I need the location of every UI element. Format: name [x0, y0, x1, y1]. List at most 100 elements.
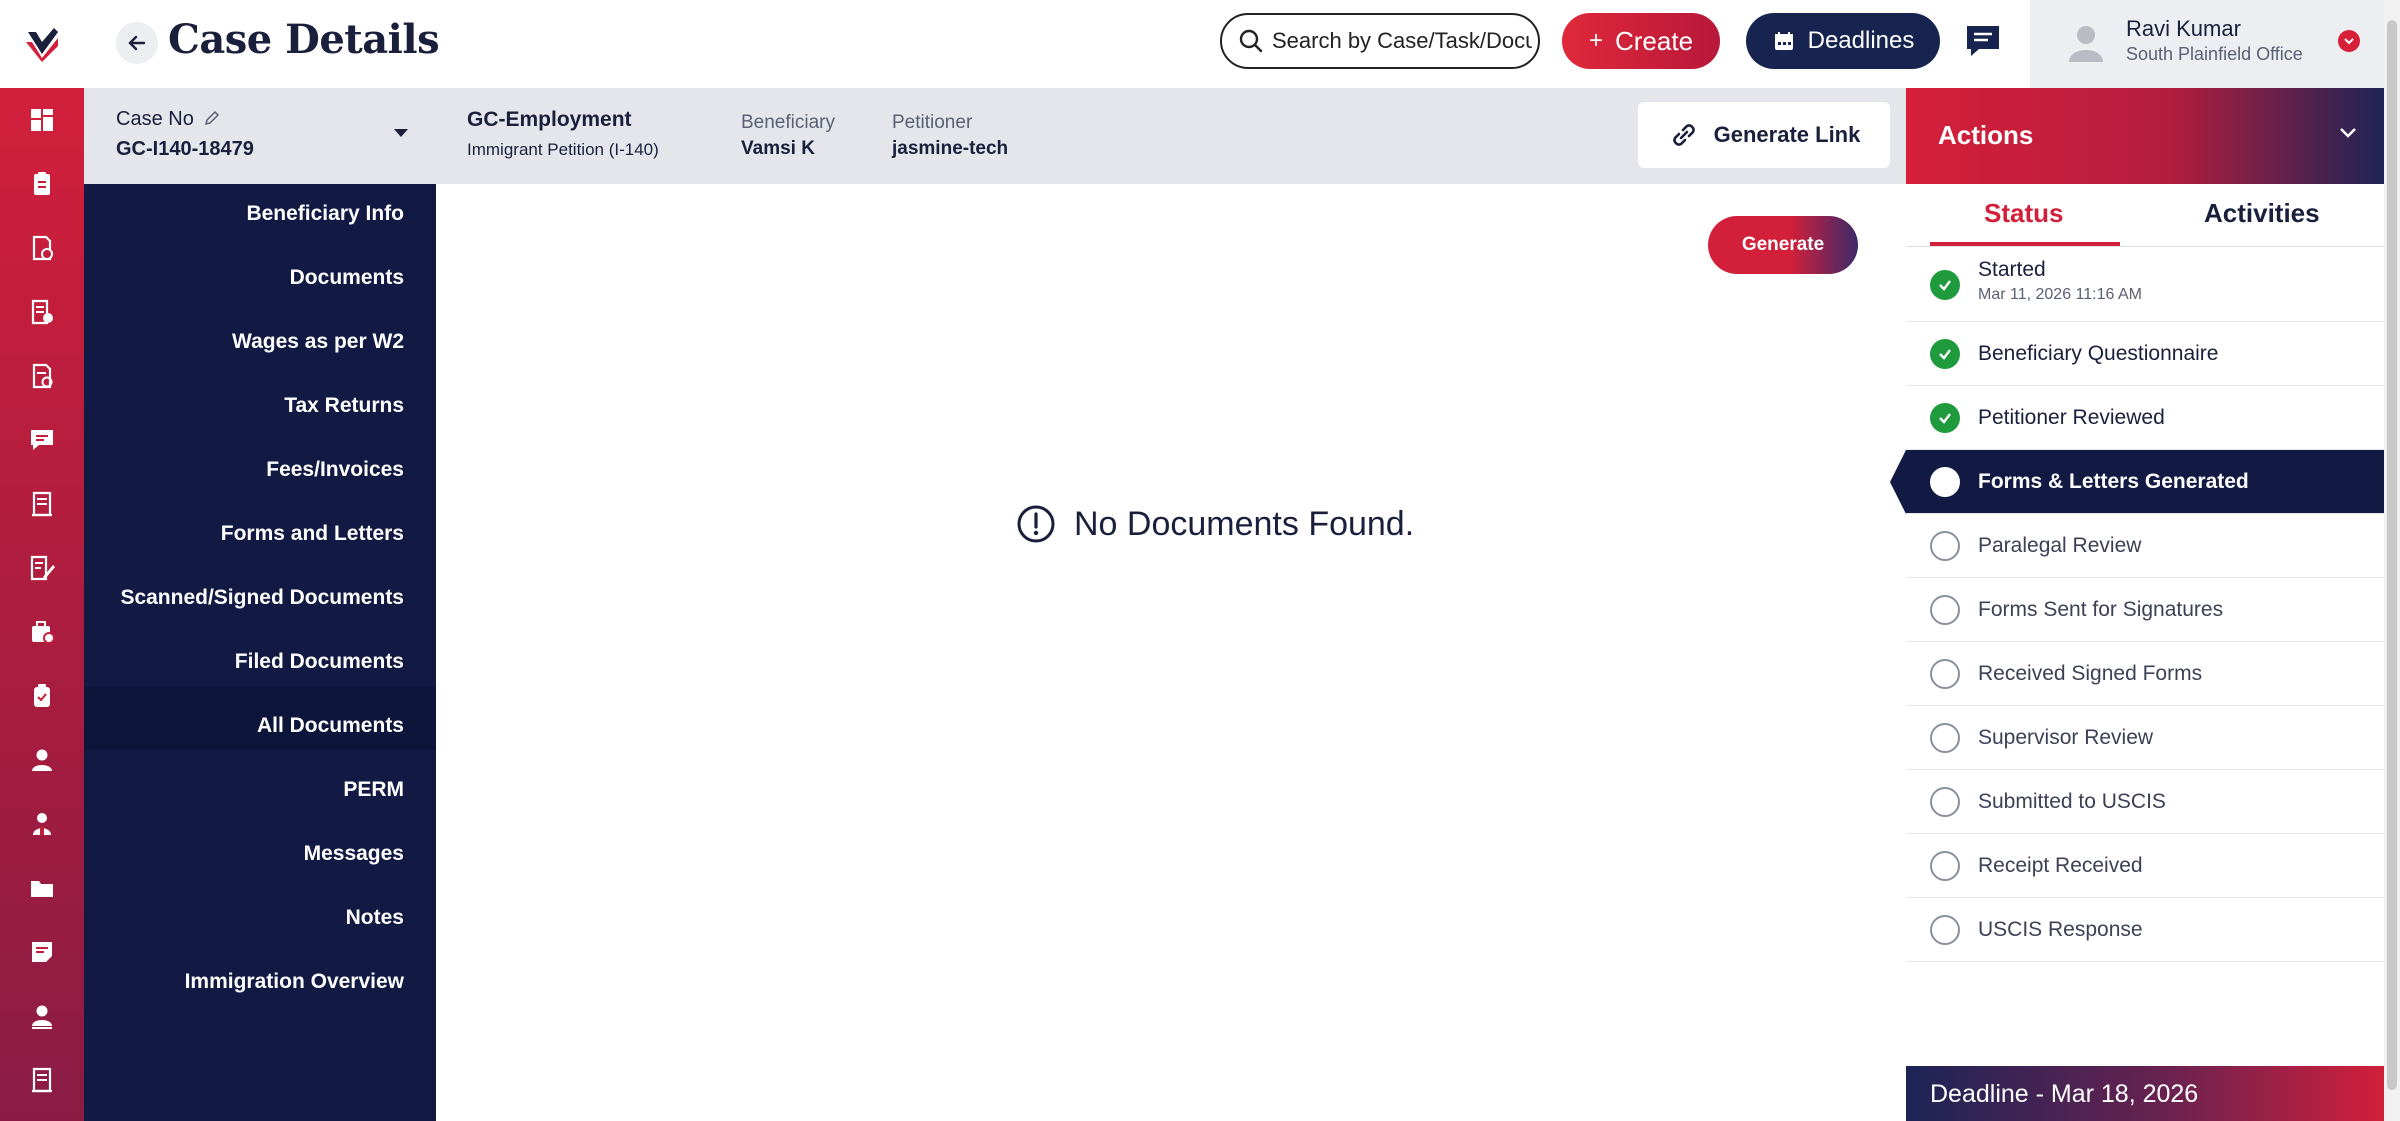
avatar — [2069, 26, 2103, 62]
dashboard-icon[interactable] — [0, 90, 84, 150]
chevron-down-icon[interactable] — [2338, 126, 2358, 145]
create-label: Create — [1614, 25, 1694, 56]
sidenav-item-filed-documents[interactable]: Filed Documents — [235, 650, 404, 674]
status-step[interactable]: Receipt Received — [1906, 834, 2384, 898]
clipboard-check-icon[interactable] — [0, 666, 84, 726]
step-label: Supervisor Review — [1978, 726, 2154, 749]
sidenav-item-forms-and-letters[interactable]: Forms and Letters — [221, 522, 404, 546]
sidenav-item-documents[interactable]: Documents — [290, 266, 404, 290]
user-name: Ravi Kumar — [2126, 16, 2241, 41]
generate-link-label: Generate Link — [1713, 122, 1861, 147]
app-logo[interactable] — [0, 0, 84, 88]
document-list-icon[interactable] — [0, 282, 84, 342]
status-step[interactable]: USCIS Response — [1906, 898, 2384, 962]
message-icon — [1967, 26, 1999, 56]
deadline-text: Deadline - Mar 18, 2026 — [1930, 1080, 2199, 1108]
step-label: Forms Sent for Signatures — [1978, 598, 2224, 621]
messages-button[interactable] — [1962, 20, 2004, 62]
form-edit-icon[interactable] — [0, 538, 84, 598]
folder-icon[interactable] — [0, 858, 84, 918]
user-group-icon[interactable] — [0, 794, 84, 854]
chevron-down-icon[interactable] — [2338, 30, 2360, 52]
sidenav-item-notes[interactable]: Notes — [346, 906, 404, 930]
step-label: Beneficiary Questionnaire — [1978, 342, 2219, 365]
document-check-icon[interactable] — [0, 218, 84, 278]
search-input[interactable] — [1272, 28, 1532, 54]
plus-icon: + — [1588, 27, 1603, 54]
search-box[interactable] — [1220, 13, 1540, 69]
generate-button[interactable]: Generate — [1708, 216, 1858, 274]
deadline-bar: Deadline - Mar 18, 2026 — [1906, 1066, 2384, 1121]
page-scrollbar[interactable] — [2384, 0, 2400, 1121]
circle-icon — [1930, 659, 1960, 689]
back-button[interactable] — [116, 22, 158, 64]
case-sidenav: Beneficiary Info Documents Wages as per … — [84, 184, 436, 1121]
search-icon — [1239, 29, 1263, 53]
sidenav-item-fees-invoices[interactable]: Fees/Invoices — [266, 458, 404, 482]
deadlines-label: Deadlines — [1807, 27, 1915, 54]
chat-icon[interactable] — [0, 410, 84, 470]
status-step: Started Mar 11, 2026 11:16 AM — [1906, 248, 2384, 322]
tab-activities[interactable]: Activities — [2204, 198, 2320, 229]
pencil-icon[interactable] — [203, 109, 221, 127]
status-step[interactable]: Forms Sent for Signatures — [1906, 578, 2384, 642]
arrow-left-icon — [128, 35, 146, 51]
sidenav-item-messages[interactable]: Messages — [304, 842, 404, 866]
clipboard-icon[interactable] — [0, 154, 84, 214]
briefcase-icon[interactable] — [0, 602, 84, 662]
receipt-icon[interactable] — [0, 474, 84, 534]
step-label: Receipt Received — [1978, 854, 2143, 877]
document-edit-icon[interactable] — [0, 346, 84, 406]
status-step: Beneficiary Questionnaire — [1906, 322, 2384, 386]
page-title: Case Details — [168, 16, 440, 63]
actions-panel: Actions Status Activities Started Mar 11… — [1890, 88, 2384, 1121]
sidenav-item-scanned-signed[interactable]: Scanned/Signed Documents — [120, 586, 404, 610]
circle-icon — [1930, 851, 1960, 881]
generate-link-button[interactable]: Generate Link — [1638, 102, 1890, 168]
step-label: Petitioner Reviewed — [1978, 406, 2165, 429]
status-step[interactable]: Paralegal Review — [1906, 514, 2384, 578]
main-content: Generate No Documents Found. — [436, 184, 1906, 1121]
status-step-active[interactable]: Forms & Letters Generated — [1890, 450, 2384, 514]
circle-icon — [1930, 915, 1960, 945]
status-step[interactable]: Submitted to USCIS — [1906, 770, 2384, 834]
case-dropdown-caret-icon[interactable] — [392, 126, 410, 144]
case-type: GC-Employment — [467, 108, 632, 131]
user-icon[interactable] — [0, 730, 84, 790]
step-label: Forms & Letters Generated — [1978, 470, 2249, 493]
actions-title: Actions — [1938, 120, 2034, 150]
scrollbar-thumb[interactable] — [2387, 20, 2397, 1090]
circle-icon — [1930, 723, 1960, 753]
check-circle-icon — [1930, 339, 1960, 369]
sidenav-item-wages[interactable]: Wages as per W2 — [232, 330, 404, 354]
circle-icon — [1930, 787, 1960, 817]
sidenav-item-tax-returns[interactable]: Tax Returns — [284, 394, 404, 418]
case-no-label: Case No — [116, 108, 194, 130]
link-icon — [1672, 124, 1695, 146]
sidenav-item-beneficiary-info[interactable]: Beneficiary Info — [246, 202, 404, 226]
step-label: Submitted to USCIS — [1978, 790, 2166, 813]
sidenav-item-perm[interactable]: PERM — [343, 778, 404, 802]
status-step[interactable]: Supervisor Review — [1906, 706, 2384, 770]
note-icon[interactable] — [0, 922, 84, 982]
status-step[interactable]: Received Signed Forms — [1906, 642, 2384, 706]
circle-icon — [1930, 531, 1960, 561]
step-label: Received Signed Forms — [1978, 662, 2203, 685]
case-number: GC-I140-18479 — [116, 138, 254, 160]
beneficiary-label: Beneficiary — [741, 112, 835, 133]
deadlines-button[interactable]: Deadlines — [1746, 13, 1940, 69]
sidenav-item-immigration-overview[interactable]: Immigration Overview — [185, 970, 404, 994]
create-button[interactable]: + Create — [1562, 13, 1720, 69]
user-badge-icon[interactable] — [0, 986, 84, 1046]
ledger-icon[interactable] — [0, 1050, 84, 1110]
top-header: Case Details + Create Deadlines — [84, 0, 2384, 88]
tab-status[interactable]: Status — [1984, 198, 2063, 229]
actions-header[interactable]: Actions — [1906, 88, 2384, 184]
check-circle-icon — [1930, 270, 1960, 300]
user-menu[interactable]: Ravi Kumar South Plainfield Office — [2030, 0, 2384, 88]
calendar-icon — [1774, 32, 1793, 50]
sidenav-item-all-documents[interactable]: All Documents — [257, 714, 404, 738]
case-no-label-row: Case No — [116, 108, 221, 131]
tab-divider — [1906, 246, 2384, 247]
petitioner-label: Petitioner — [892, 112, 973, 133]
